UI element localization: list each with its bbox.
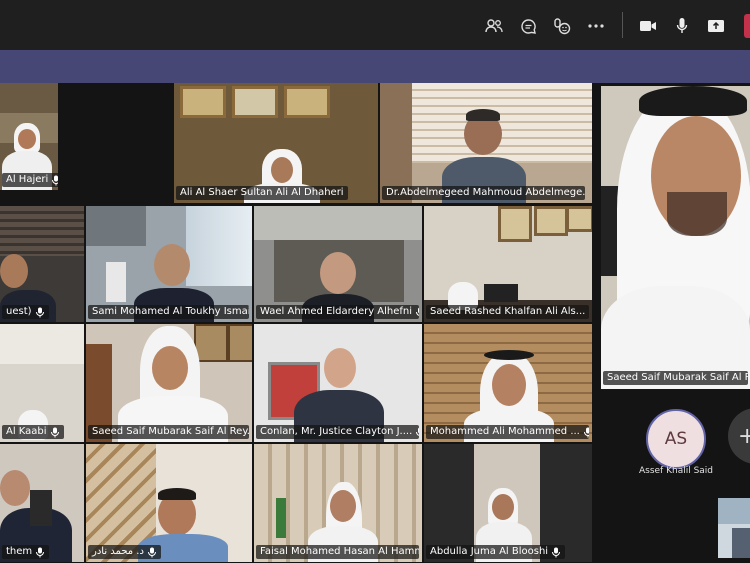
toolbar-divider: [622, 12, 623, 38]
overflow-label: +: [738, 423, 750, 449]
participant-tile[interactable]: Al Kaabi: [0, 324, 84, 442]
avatar-initials: AS: [664, 429, 688, 449]
participant-tile[interactable]: Faisal Mohamed Hasan Al Hammadi: [254, 444, 422, 562]
participant-name-label: Wael Ahmed Eldardery Alhefni: [256, 305, 419, 319]
participant-tile[interactable]: Saeed Saif Mubarak Saif Al Rey...: [86, 324, 252, 442]
meeting-toolbar: [0, 0, 750, 50]
participant-name: Saeed Rashed Khalfan Ali Als...: [430, 306, 586, 317]
participant-tile[interactable]: Wael Ahmed Eldardery Alhefni: [254, 206, 422, 322]
participant-name: Abdulla Juma Al Blooshi: [430, 546, 549, 557]
reactions-icon[interactable]: [549, 13, 575, 39]
participant-name: Faisal Mohamed Hasan Al Hammadi: [260, 546, 419, 557]
participant-name-label: Saeed Saif Mubarak Saif Al Reyami: [603, 371, 749, 385]
mic-icon: [147, 547, 156, 557]
participant-name-label: Dr.Abdelmegeed Mahmoud Abdelmege...: [382, 186, 586, 200]
participant-name-label: Sami Mohamed Al Toukhy Ismail: [88, 305, 249, 319]
people-icon[interactable]: [481, 13, 507, 39]
participant-name-label: Ali Al Shaer Sultan Ali Al Dhaheri: [176, 186, 348, 200]
participant-name: د. محمد نادر: [92, 546, 144, 557]
participant-name: Sami Mohamed Al Toukhy Ismail: [92, 306, 249, 317]
participant-name-label: Al Hajeri: [2, 173, 58, 187]
mic-icon[interactable]: [669, 13, 695, 39]
participant-tile[interactable]: them: [0, 444, 84, 562]
participant-tile[interactable]: Ali Al Shaer Sultan Ali Al Dhaheri: [174, 83, 378, 203]
camera-icon[interactable]: [635, 13, 661, 39]
more-icon[interactable]: [583, 13, 609, 39]
participant-name: Dr.Abdelmegeed Mahmoud Abdelmege...: [386, 187, 586, 198]
mic-icon: [50, 427, 59, 437]
participant-tile[interactable]: Dr.Abdelmegeed Mahmoud Abdelmege...: [380, 83, 592, 203]
participant-tile[interactable]: د. محمد نادر: [86, 444, 252, 562]
mic-icon: [416, 307, 419, 316]
participant-tile[interactable]: Sami Mohamed Al Toukhy Ismail: [86, 206, 252, 322]
active-speaker-tile[interactable]: Saeed Saif Mubarak Saif Al Reyami: [601, 86, 750, 389]
chat-icon[interactable]: [515, 13, 541, 39]
participant-name: Mohammed Ali Mohammed ...: [430, 426, 580, 437]
participant-name-label: uest): [2, 305, 49, 319]
participant-avatar[interactable]: AS: [646, 409, 706, 469]
participant-name: Al Hajeri: [6, 174, 49, 185]
mic-icon: [416, 428, 419, 436]
mic-icon: [35, 307, 44, 317]
participant-name: Saeed Saif Mubarak Saif Al Reyami: [607, 372, 748, 383]
participant-name-label: Saeed Rashed Khalfan Ali Als...: [426, 305, 589, 319]
participant-tile[interactable]: Mohammed Ali Mohammed ...: [424, 324, 592, 442]
participant-tile[interactable]: Abdulla Juma Al Blooshi: [424, 444, 592, 562]
self-view-tile[interactable]: [718, 498, 750, 558]
participant-tile[interactable]: Al Hajeri: [0, 83, 58, 190]
participant-name: Ali Al Shaer Sultan Ali Al Dhaheri: [180, 187, 344, 198]
participant-name: them: [6, 546, 33, 557]
participant-name-label: Al Kaabi: [2, 425, 64, 439]
share-screen-icon[interactable]: [703, 13, 729, 39]
participant-name: Conlan, Mr. Justice Clayton J....: [260, 426, 413, 437]
mic-icon: [552, 547, 561, 557]
participant-name-label: Abdulla Juma Al Blooshi: [426, 545, 566, 559]
participant-name: Wael Ahmed Eldardery Alhefni: [260, 306, 413, 317]
avatar-name: Assef Khalil Said: [638, 466, 714, 476]
participant-name-label: Faisal Mohamed Hasan Al Hammadi: [256, 545, 419, 559]
participant-name: Al Kaabi: [6, 426, 47, 437]
participant-tile[interactable]: uest): [0, 206, 84, 322]
mic-icon: [583, 427, 589, 437]
participant-tile[interactable]: Saeed Rashed Khalfan Ali Als...: [424, 206, 592, 322]
participant-name-label: them: [2, 545, 50, 559]
participant-name-label: Saeed Saif Mubarak Saif Al Rey...: [88, 425, 249, 439]
mic-icon: [52, 175, 58, 185]
leave-button[interactable]: [744, 14, 750, 38]
mic-icon: [36, 547, 45, 557]
participant-name-label: Conlan, Mr. Justice Clayton J....: [256, 425, 419, 439]
meeting-banner: [0, 50, 750, 83]
participant-name-label: Mohammed Ali Mohammed ...: [426, 425, 589, 439]
participant-name: Saeed Saif Mubarak Saif Al Rey...: [92, 426, 249, 437]
participant-name-label: د. محمد نادر: [88, 545, 161, 559]
participant-name: uest): [6, 306, 32, 317]
participant-tile[interactable]: Conlan, Mr. Justice Clayton J....: [254, 324, 422, 442]
